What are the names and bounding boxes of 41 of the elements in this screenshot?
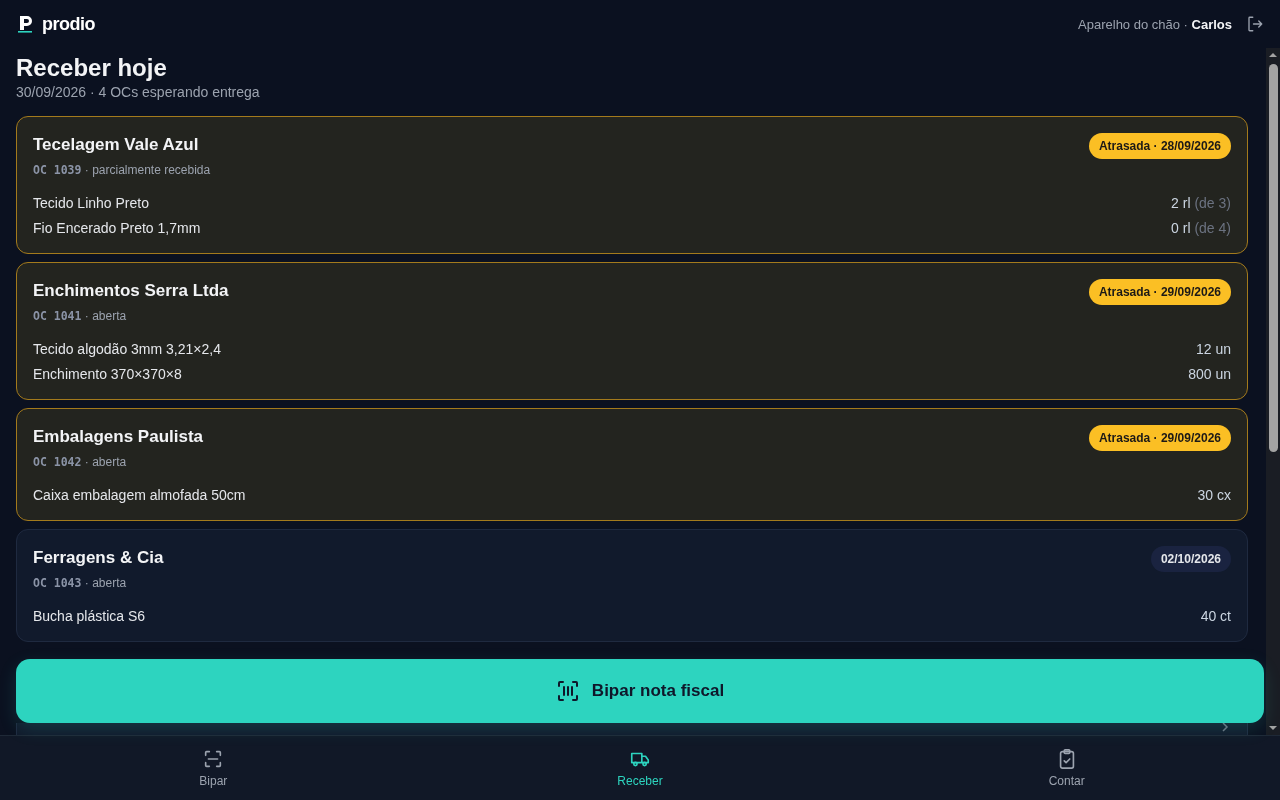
scroll-down-icon[interactable] [1268, 723, 1278, 733]
item-quantity: 30 cx [1197, 486, 1231, 505]
item-quantity: 800 un [1188, 365, 1231, 384]
nav-tab[interactable]: Receber [426, 736, 854, 800]
item-name: Tecido algodão 3mm 3,21×2,4 [33, 340, 221, 359]
page-title: Receber hoje [16, 54, 168, 82]
item-name: Enchimento 370×370×8 [33, 365, 182, 384]
nav-tab[interactable]: Contar [853, 736, 1280, 800]
item-quantity: 12 un [1195, 340, 1231, 359]
supplier-name: Enchimentos Serra Ltda [33, 281, 229, 301]
scrollbar[interactable] [1266, 48, 1280, 735]
barcode-scan-icon [555, 679, 580, 703]
order-meta: OC 1039 · parcialmente recebida [33, 163, 212, 177]
due-date-badge: Atrasada · 29/09/2026 [1088, 425, 1231, 451]
scroll-up-icon[interactable] [1268, 50, 1278, 60]
device-user-label: Aparelho do chão · Carlos [1078, 16, 1232, 32]
due-date-badge: Atrasada · 28/09/2026 [1088, 133, 1231, 159]
page-subtitle: 30/09/2026 · 4 OCs esperando entrega [16, 84, 261, 100]
item-name: Bucha plástica S6 [33, 607, 146, 626]
supplier-name: Embalagens Paulista [33, 427, 204, 447]
order-card[interactable]: Tecelagem Vale Azul Atrasada · 28/09/2026 OC 1039 · parcialmente recebida Tecido Linho Preto 2 rl (de 3) Fio Encerado Preto 1,7mm 0 rl (de 4) [16, 116, 1248, 254]
due-date-badge: Atrasada · 29/09/2026 [1088, 279, 1231, 305]
order-card[interactable]: Embalagens Paulista Atrasada · 29/09/2026 OC 1042 · aberta Caixa embalagem almofada 50cm 30 cx [16, 408, 1248, 521]
order-meta: OC 1043 · aberta [33, 576, 128, 590]
order-card[interactable]: Ferragens & Cia 02/10/2026 OC 1043 · aberta Bucha plástica S6 40 ct [16, 529, 1248, 642]
item-quantity: 40 ct [1200, 607, 1231, 626]
scan-invoice-button[interactable]: Bipar nota fiscal [16, 659, 1264, 723]
order-card[interactable]: Enchimentos Serra Ltda Atrasada · 29/09/2026 OC 1041 · aberta Tecido algodão 3mm 3,21×2,4 12 un Enchimento 370×370×8 800 un [16, 262, 1248, 400]
item-quantity: 2 rl (de 3) [1171, 194, 1231, 213]
order-meta: OC 1042 · aberta [33, 455, 128, 469]
supplier-name: Ferragens & Cia [33, 548, 164, 568]
item-name: Caixa embalagem almofada 50cm [33, 486, 246, 505]
nav-tab[interactable]: Bipar [0, 736, 427, 800]
item-quantity: 0 rl (de 4) [1171, 219, 1231, 238]
logo-text: prodio [42, 13, 95, 35]
due-date-badge: 02/10/2026 [1150, 546, 1231, 572]
supplier-name: Tecelagem Vale Azul [33, 135, 199, 155]
logout-icon[interactable] [1246, 15, 1264, 33]
item-name: Tecido Linho Preto [33, 194, 149, 213]
item-name: Fio Encerado Preto 1,7mm [33, 219, 201, 238]
order-meta: OC 1041 · aberta [33, 309, 128, 323]
